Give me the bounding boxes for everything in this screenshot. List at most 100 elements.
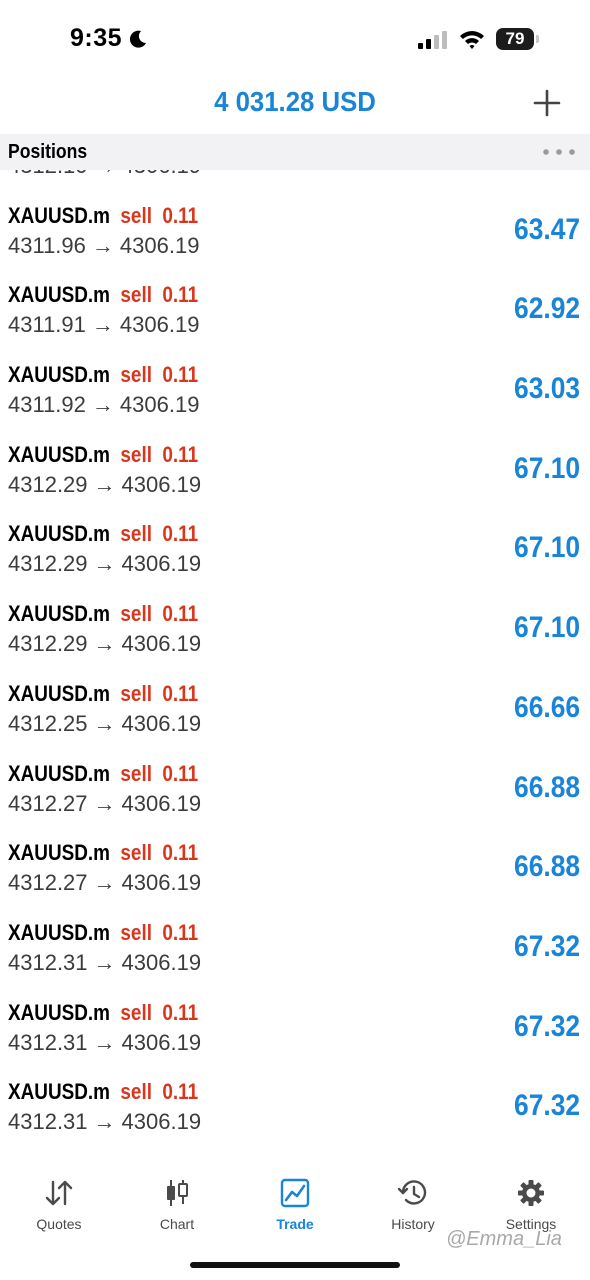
position-row[interactable]: XAUUSD.m sell 0.11 4312.29 → 4306.19 67.10 <box>0 585 590 665</box>
position-open-price: 4312.29 <box>8 551 88 577</box>
position-row[interactable]: XAUUSD.m sell 0.11 4311.91 → 4306.19 62.92 <box>0 266 590 346</box>
position-type: sell <box>120 999 152 1025</box>
position-symbol: XAUUSD.m <box>8 919 110 945</box>
position-symbol: XAUUSD.m <box>8 202 110 228</box>
position-type: sell <box>120 521 152 547</box>
status-time-text: 9:35 <box>70 24 123 52</box>
tab-settings[interactable]: Settings <box>472 1178 590 1232</box>
position-symbol: XAUUSD.m <box>8 680 110 706</box>
position-title: XAUUSD.m sell 0.11 <box>8 681 198 707</box>
add-order-button[interactable] <box>532 88 562 118</box>
position-title: XAUUSD.m sell 0.11 <box>8 203 198 229</box>
position-prices: 4312.27 → 4306.19 <box>8 870 201 896</box>
position-profit: 67.10 <box>513 611 580 645</box>
position-row[interactable]: XAUUSD.m sell 0.11 4312.31 → 4306.19 67.32 <box>0 904 590 984</box>
tab-trade[interactable]: Trade <box>236 1178 354 1232</box>
position-symbol: XAUUSD.m <box>8 601 110 627</box>
moon-icon <box>129 30 147 48</box>
position-open-price: 4312.10 <box>8 170 88 178</box>
position-title: XAUUSD.m sell 0.11 <box>8 1000 198 1026</box>
position-title: XAUUSD.m sell 0.11 <box>8 601 198 627</box>
position-prices: 4312.31 → 4306.19 <box>8 1030 201 1056</box>
battery-indicator: 79 <box>496 28 534 50</box>
position-current-price: 4306.19 <box>121 870 202 896</box>
position-profit: 66.88 <box>513 850 580 884</box>
position-current-price: 4306.19 <box>121 631 202 657</box>
home-indicator[interactable] <box>190 1262 400 1268</box>
tab-quotes[interactable]: Quotes <box>0 1178 118 1232</box>
position-profit: 67.32 <box>513 1089 580 1123</box>
tab-history[interactable]: History <box>354 1178 472 1232</box>
position-row[interactable]: XAUUSD.m sell 0.11 4311.96 → 4306.19 63.47 <box>0 187 590 267</box>
tab-label: Trade <box>276 1216 314 1232</box>
position-type: sell <box>120 680 152 706</box>
candlestick-icon <box>167 1180 188 1206</box>
position-volume: 0.11 <box>162 1079 199 1105</box>
position-prices: 4311.96 → 4306.19 <box>8 233 199 259</box>
position-prices: 4312.10 → 4306.19 <box>8 170 201 179</box>
position-open-price: 4311.91 <box>8 312 86 338</box>
trade-chart-icon <box>280 1178 310 1208</box>
position-current-price: 4306.19 <box>121 949 202 975</box>
position-row[interactable]: XAUUSD.m sell 0.11 4312.25 → 4306.19 66.66 <box>0 665 590 745</box>
position-type: sell <box>120 362 152 388</box>
position-prices: 4312.31 → 4306.19 <box>8 1109 201 1135</box>
arrow-right-icon: → <box>91 312 114 338</box>
position-volume: 0.11 <box>162 441 199 467</box>
position-current-price: 4306.19 <box>119 392 200 418</box>
position-type: sell <box>120 919 152 945</box>
position-symbol: XAUUSD.m <box>8 282 110 308</box>
wifi-icon <box>460 31 484 49</box>
position-profit: 67.32 <box>513 929 580 963</box>
position-profit: 67.10 <box>513 451 580 485</box>
positions-list-viewport[interactable]: 4312.10→4306.19 63.01 XAUUSD.m sell 0.11… <box>0 170 590 1162</box>
tab-label: Chart <box>159 1216 195 1232</box>
arrow-right-icon: → <box>93 551 116 577</box>
position-title: XAUUSD.m sell 0.11 <box>8 840 198 866</box>
position-symbol: XAUUSD.m <box>8 521 110 547</box>
arrow-right-icon: → <box>93 631 116 657</box>
position-row[interactable]: XAUUSD.m sell 0.11 4312.31 → 4306.19 67.32 <box>0 984 590 1064</box>
position-prices: 4311.92 → 4306.19 <box>8 392 199 418</box>
position-row[interactable]: XAUUSD.m sell 0.11 4312.29 → 4306.19 67.10 <box>0 505 590 585</box>
tab-chart[interactable]: Chart <box>118 1178 236 1232</box>
arrow-right-icon: → <box>93 949 116 975</box>
position-prices: 4312.29 → 4306.19 <box>8 631 201 657</box>
position-current-price: 4306.19 <box>121 471 202 497</box>
position-title: XAUUSD.m sell 0.11 <box>8 282 198 308</box>
arrow-right-icon: → <box>93 1029 116 1055</box>
position-open-price: 4311.92 <box>8 392 86 418</box>
position-row[interactable]: XAUUSD.m sell 0.11 4312.27 → 4306.19 66.88 <box>0 745 590 825</box>
more-options-icon[interactable] <box>543 149 575 155</box>
status-time: 9:35 <box>70 24 148 53</box>
position-open-price: 4312.31 <box>8 1029 88 1055</box>
position-title: XAUUSD.m sell 0.11 <box>8 1079 198 1105</box>
position-row[interactable]: 4312.10→4306.19 63.01 <box>0 170 590 187</box>
position-open-price: 4312.29 <box>8 631 88 657</box>
position-type: sell <box>120 441 152 467</box>
position-current-price: 4306.19 <box>119 312 200 338</box>
position-volume: 0.11 <box>162 919 199 945</box>
position-symbol: XAUUSD.m <box>8 840 110 866</box>
position-prices: 4312.25 → 4306.19 <box>8 711 201 737</box>
position-open-price: 4312.29 <box>8 471 88 497</box>
position-current-price: 4306.19 <box>121 1109 202 1135</box>
position-type: sell <box>120 601 152 627</box>
position-type: sell <box>120 840 152 866</box>
position-row[interactable]: XAUUSD.m sell 0.11 4312.29 → 4306.19 67.10 <box>0 426 590 506</box>
section-title: Positions <box>8 141 88 163</box>
account-balance[interactable]: 4 031.28 USD <box>24 86 567 118</box>
position-open-price: 4312.31 <box>8 1109 88 1135</box>
position-current-price: 4306.19 <box>121 1029 202 1055</box>
position-row[interactable]: XAUUSD.m sell 0.11 4311.92 → 4306.19 63.03 <box>0 346 590 426</box>
position-row[interactable]: XAUUSD.m sell 0.11 4312.31 → 4306.19 67.32 <box>0 1063 590 1143</box>
position-row[interactable]: XAUUSD.m sell 0.11 4312.27 → 4306.19 66.88 <box>0 824 590 904</box>
tab-label: Quotes <box>36 1216 82 1232</box>
position-title: XAUUSD.m sell 0.11 <box>8 362 198 388</box>
position-volume: 0.11 <box>162 601 199 627</box>
position-symbol: XAUUSD.m <box>8 999 110 1025</box>
position-profit: 66.88 <box>513 770 580 804</box>
position-current-price: 4306.19 <box>122 170 202 178</box>
arrow-right-icon: → <box>93 1109 116 1135</box>
position-volume: 0.11 <box>162 202 199 228</box>
